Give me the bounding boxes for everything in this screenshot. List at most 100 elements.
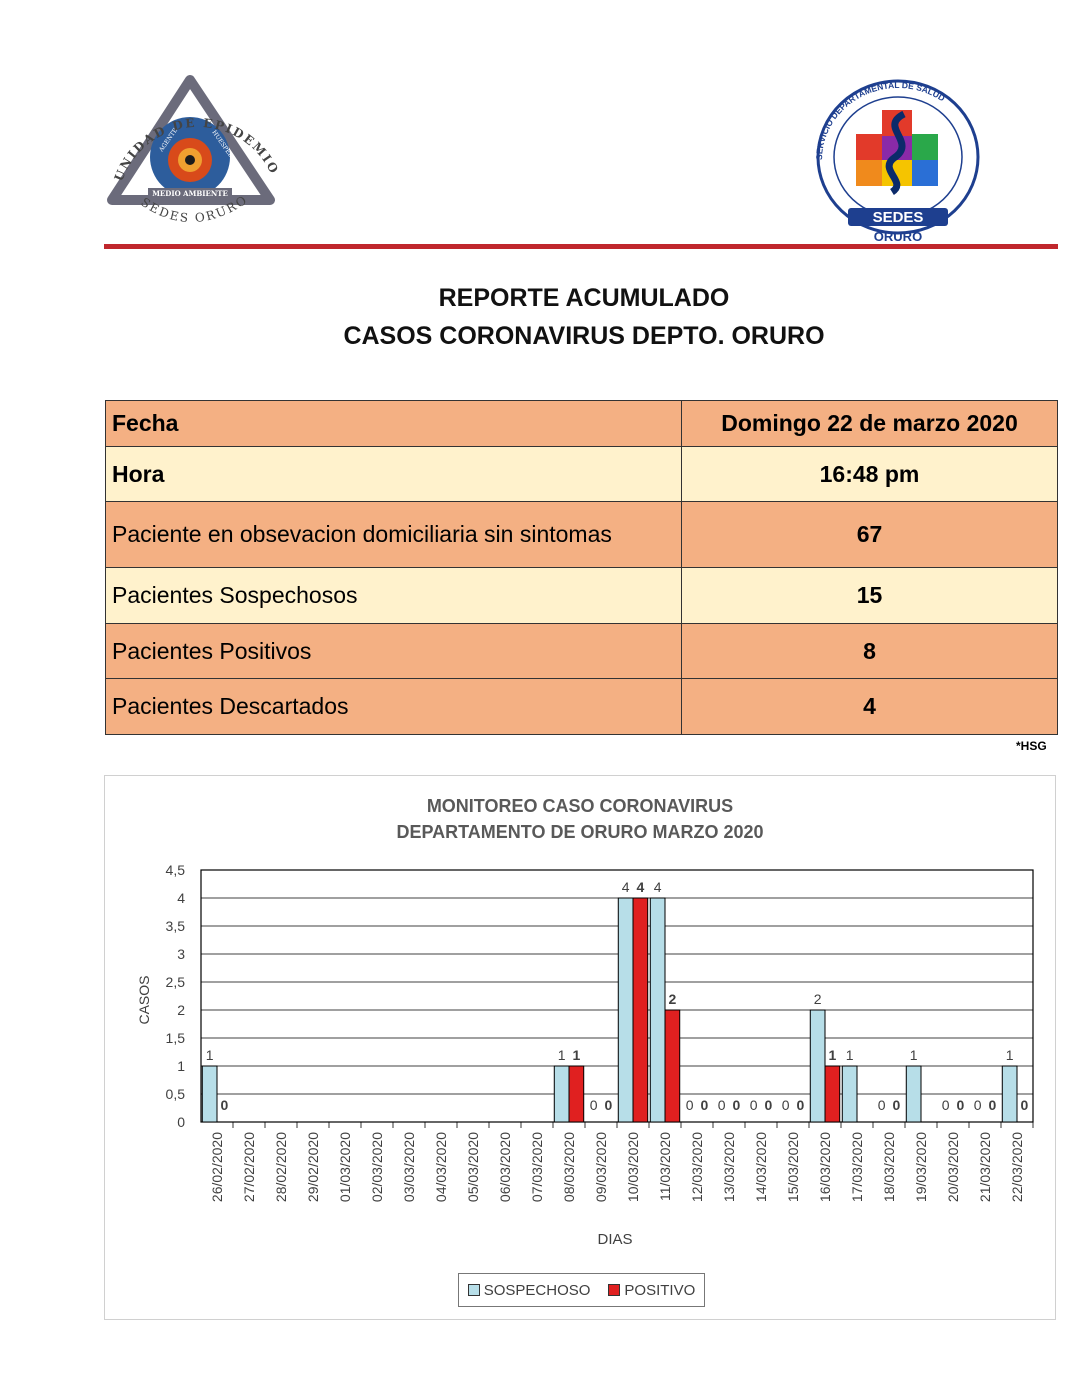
data-label-sospechoso: 0 xyxy=(686,1097,694,1113)
header-accent-line xyxy=(104,244,1058,249)
data-label-positivo: 0 xyxy=(604,1097,612,1113)
data-label-positivo: 0 xyxy=(796,1097,804,1113)
legend-item-positivo: POSITIVO xyxy=(608,1282,695,1299)
x-tick-label: 10/03/2020 xyxy=(625,1132,641,1202)
bar-sospechoso xyxy=(841,1065,858,1123)
data-label-sospechoso: 1 xyxy=(846,1047,854,1063)
x-tick-label: 01/03/2020 xyxy=(337,1132,353,1202)
data-label-sospechoso: 1 xyxy=(1006,1047,1014,1063)
legend-label-sospechoso: SOSPECHOSO xyxy=(483,1281,591,1299)
right-logo-city: ORURO xyxy=(874,229,922,244)
bar-sospechoso xyxy=(649,897,666,1123)
x-tick-label: 13/03/2020 xyxy=(721,1132,737,1202)
y-tick-label: 4,5 xyxy=(166,862,186,878)
bar-positivo xyxy=(824,1065,841,1123)
x-tick-label: 14/03/2020 xyxy=(753,1132,769,1202)
x-tick-label: 11/03/2020 xyxy=(657,1132,673,1201)
y-tick-label: 1,5 xyxy=(166,1030,186,1046)
data-label-sospechoso: 1 xyxy=(558,1047,566,1063)
y-tick-label: 4 xyxy=(177,890,185,906)
data-label-positivo: 0 xyxy=(892,1097,900,1113)
y-axis-label: CASOS xyxy=(136,975,152,1024)
report-row-value: 15 xyxy=(681,567,1058,624)
report-row: Paciente en obsevacion domiciliaria sin … xyxy=(105,501,1058,568)
x-tick-label: 15/03/2020 xyxy=(785,1132,801,1202)
chart-container: MONITOREO CASO CORONAVIRUS DEPARTAMENTO … xyxy=(104,775,1056,1320)
x-tick-label: 05/03/2020 xyxy=(465,1132,481,1202)
x-tick-label: 09/03/2020 xyxy=(593,1132,609,1202)
x-tick-label: 20/03/2020 xyxy=(945,1132,961,1202)
data-label-positivo: 4 xyxy=(636,879,644,895)
report-row-label: Fecha xyxy=(105,400,682,447)
data-label-sospechoso: 1 xyxy=(206,1047,214,1063)
x-tick-label: 12/03/2020 xyxy=(689,1132,705,1202)
data-label-positivo: 0 xyxy=(732,1097,740,1113)
report-row-label: Pacientes Sospechosos xyxy=(105,567,682,624)
data-label-sospechoso: 0 xyxy=(718,1097,726,1113)
x-tick-label: 02/03/2020 xyxy=(369,1132,385,1202)
data-label-sospechoso: 2 xyxy=(814,991,822,1007)
legend-label-positivo: POSITIVO xyxy=(624,1281,696,1299)
x-tick-label: 17/03/2020 xyxy=(849,1132,865,1202)
y-tick-label: 0,5 xyxy=(166,1086,186,1102)
report-row-label: Pacientes Descartados xyxy=(105,678,682,735)
report-row: Pacientes Sospechosos 15 xyxy=(105,567,1058,624)
data-label-sospechoso: 0 xyxy=(942,1097,950,1113)
report-title-line1: REPORTE ACUMULADO xyxy=(438,284,730,312)
data-label-sospechoso: 0 xyxy=(878,1097,886,1113)
data-label-positivo: 1 xyxy=(572,1047,580,1063)
x-tick-label: 19/03/2020 xyxy=(913,1132,929,1202)
y-tick-label: 1 xyxy=(177,1058,185,1074)
y-tick-label: 2,5 xyxy=(166,974,186,990)
legend-swatch-positivo xyxy=(608,1284,621,1296)
report-title-line2: CASOS CORONAVIRUS DEPTO. ORURO xyxy=(343,322,825,350)
inner-label-medio: MEDIO AMBIENTE xyxy=(152,189,228,198)
report-row-value: 4 xyxy=(681,678,1058,735)
x-tick-label: 08/03/2020 xyxy=(561,1132,577,1202)
x-tick-label: 03/03/2020 xyxy=(401,1132,417,1202)
epidemiology-triangle-icon: MEDIO AMBIENTE AGENTE HUESPED UNIDAD DE … xyxy=(93,61,279,225)
data-label-positivo: 0 xyxy=(956,1097,964,1113)
x-tick-label: 07/03/2020 xyxy=(529,1132,545,1202)
legend-swatch-sospechoso xyxy=(467,1284,480,1296)
x-tick-label: 16/03/2020 xyxy=(817,1132,833,1202)
x-tick-label: 29/02/2020 xyxy=(305,1132,321,1202)
right-logo-brand: SEDES xyxy=(873,209,924,226)
data-label-sospechoso: 0 xyxy=(974,1097,982,1113)
report-row-label: Pacientes Positivos xyxy=(105,623,682,679)
report-row-value: 8 xyxy=(681,623,1058,679)
epidemiology-unit-logo: MEDIO AMBIENTE AGENTE HUESPED UNIDAD DE … xyxy=(93,61,280,242)
data-label-positivo: 2 xyxy=(668,991,676,1007)
data-label-positivo: 0 xyxy=(700,1097,708,1113)
bar-positivo xyxy=(664,1009,681,1123)
bar-sospechoso xyxy=(201,1065,218,1123)
data-label-sospechoso: 4 xyxy=(654,879,662,895)
report-row-value: 16:48 pm xyxy=(681,446,1058,502)
report-table: Fecha Domingo 22 de marzo 2020 Hora 16:48 p… xyxy=(105,400,1058,735)
x-tick-label: 28/02/2020 xyxy=(273,1132,289,1202)
report-row-value: 67 xyxy=(681,501,1058,568)
report-row-value: Domingo 22 de marzo 2020 xyxy=(681,400,1058,447)
bar-positivo xyxy=(568,1065,585,1123)
data-label-sospechoso: 1 xyxy=(910,1047,918,1063)
bar-sospechoso xyxy=(617,897,634,1123)
data-label-sospechoso: 0 xyxy=(782,1097,790,1113)
data-label-positivo: 0 xyxy=(1020,1097,1028,1113)
bar-sospechoso xyxy=(809,1009,826,1123)
x-tick-label: 27/02/2020 xyxy=(241,1132,257,1202)
x-tick-label: 22/03/2020 xyxy=(1009,1132,1025,1202)
x-tick-label: 26/02/2020 xyxy=(209,1132,225,1202)
sedes-oruro-logo: SERVICIO DEPARTAMENTAL DE SALUD SEDES OR… xyxy=(808,72,988,244)
report-row-label: Hora xyxy=(105,446,682,502)
sedes-shield-icon: SERVICIO DEPARTAMENTAL DE SALUD SEDES OR… xyxy=(814,79,980,244)
bar-sospechoso xyxy=(905,1065,922,1123)
data-label-sospechoso: 0 xyxy=(750,1097,758,1113)
table-footnote: *HSG xyxy=(1016,739,1047,753)
bar-sospechoso xyxy=(553,1065,570,1123)
bar-positivo xyxy=(632,897,649,1123)
y-tick-label: 0 xyxy=(177,1114,185,1130)
data-label-positivo: 0 xyxy=(988,1097,996,1113)
report-row: Pacientes Descartados 4 xyxy=(105,678,1058,735)
x-tick-label: 04/03/2020 xyxy=(433,1132,449,1202)
data-label-sospechoso: 4 xyxy=(622,879,630,895)
